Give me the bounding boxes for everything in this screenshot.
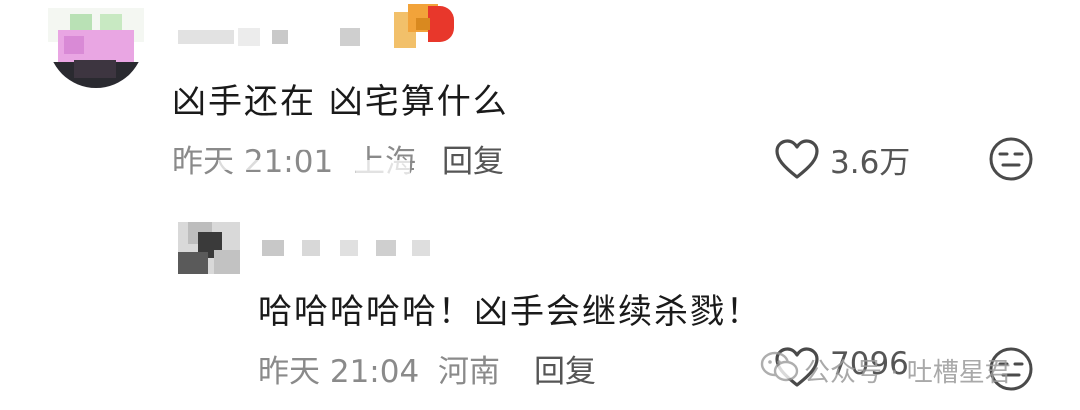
reply-location: 河南 [438,354,500,390]
reply-avatar[interactable] [178,222,240,274]
comment-location: 上海 [354,136,416,181]
dislike-face-icon[interactable] [988,136,1034,182]
reply-text: 哈哈哈哈哈！凶手会继续杀戮！ [258,292,762,332]
watermark-text: 公众号 · 吐槽星君 [804,358,1011,388]
user-badge [394,4,460,48]
like-button[interactable]: 3.6万 [774,136,954,181]
avatar[interactable] [48,8,144,88]
reply-reply-button[interactable]: 回复 [534,346,596,391]
reply-time: 昨天 21:04 [258,354,420,390]
like-count: 3.6万 [830,145,911,181]
wechat-icon [760,350,800,384]
comment-text: 凶手还在 凶宅算什么 [172,82,509,122]
heart-icon [774,138,820,180]
reply-button[interactable]: 回复 [442,136,504,181]
